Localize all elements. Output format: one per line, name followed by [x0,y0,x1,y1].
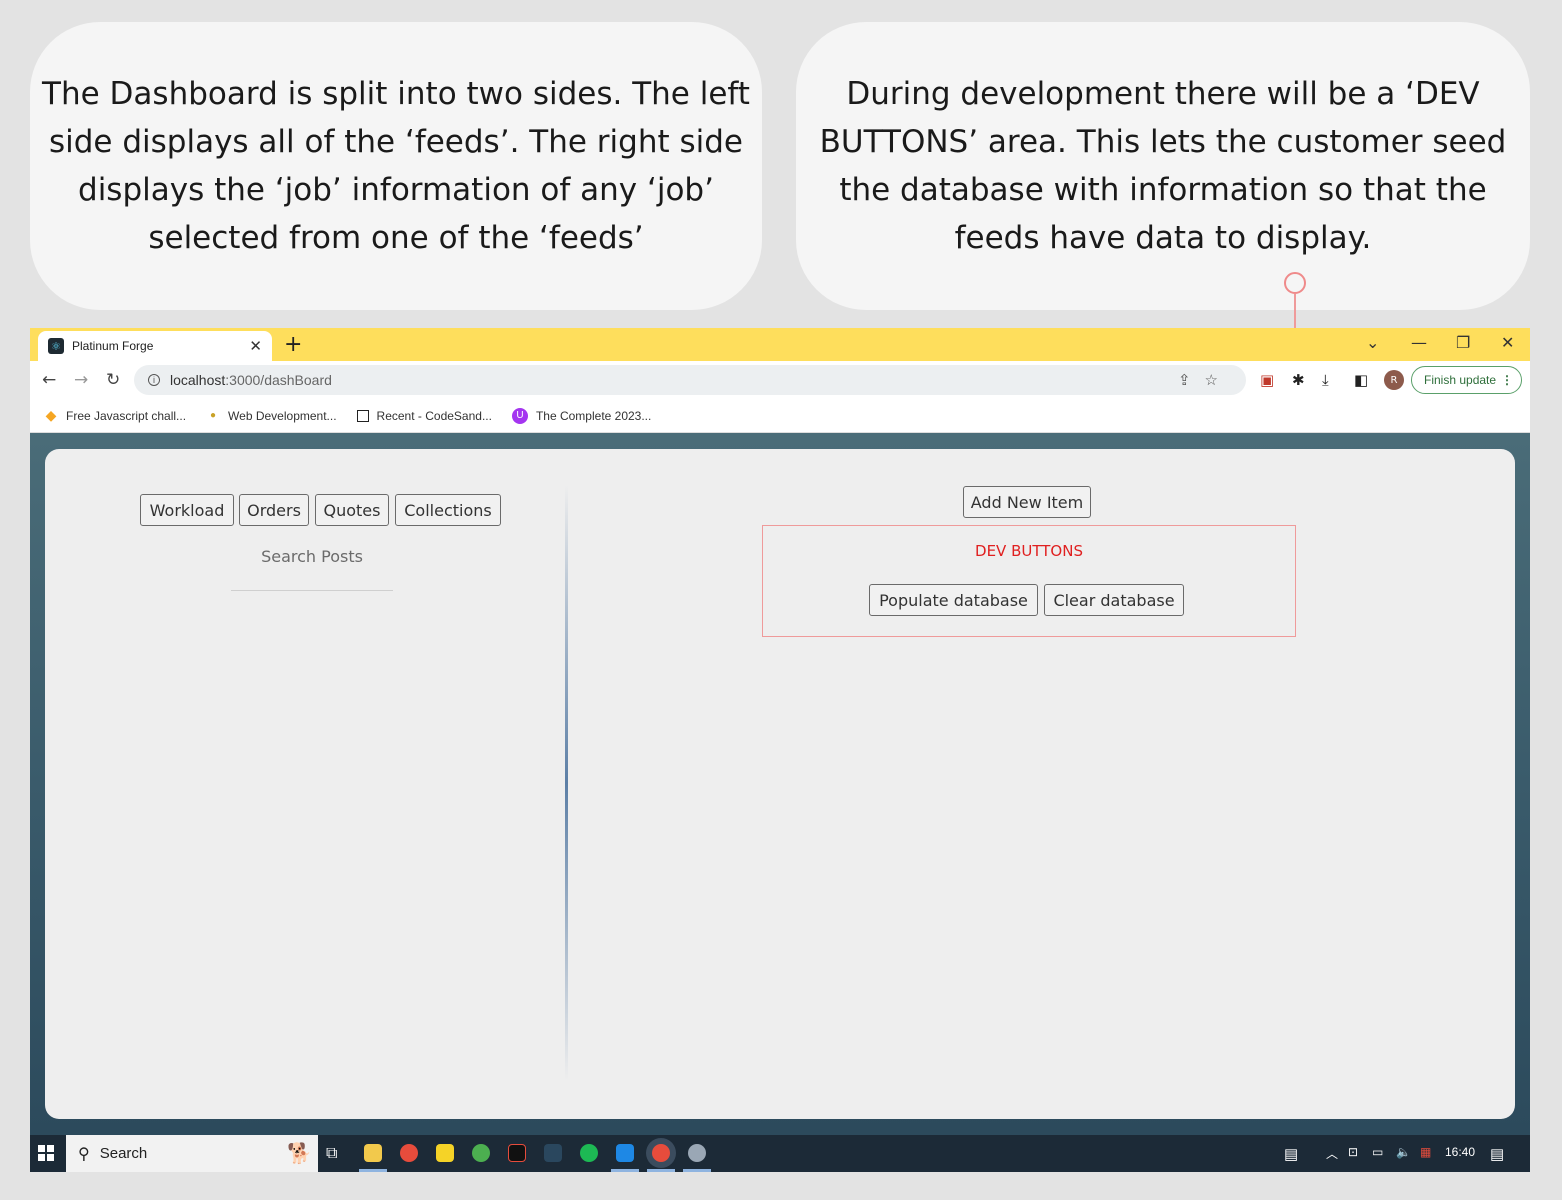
close-window-icon[interactable]: ✕ [1501,333,1514,352]
browser-window: ⚛ Platinum Forge ✕ + ⌄ — ❐ ✕ ← → ↻ i loc… [30,328,1530,1172]
dev-buttons-label: DEV BUTTONS [975,542,1083,560]
active-indicator [647,1169,675,1172]
diamond-icon: ◆ [45,407,57,423]
misc-app-icon[interactable] [688,1144,706,1162]
back-icon[interactable]: ← [42,370,56,390]
bookmark-star-icon[interactable]: ☆ [1205,372,1232,389]
chrome-active-icon[interactable] [652,1144,670,1162]
file-explorer-icon[interactable] [364,1144,382,1162]
active-indicator [611,1169,639,1172]
address-toolbar: ← → ↻ i localhost :3000/dashBoard ⇪☆ ▣ ✱… [30,361,1530,399]
download-icon[interactable]: ⤓ [1322,371,1329,389]
active-indicator [359,1169,387,1172]
news-widget-icon[interactable]: ▤ [1284,1145,1298,1163]
clear-database-button[interactable]: Clear database [1044,584,1184,616]
forward-icon[interactable]: → [74,370,88,390]
tab-title: Platinum Forge [72,339,154,353]
finish-update-button[interactable]: Finish update ⋮ [1411,366,1522,394]
callout-right: During development there will be a ‘DEV … [796,22,1530,310]
square-icon [356,409,369,422]
active-indicator [683,1169,711,1172]
taskbar: ⚲ Search 🐕 ⧉ ▤ ︿ ⊡ ▭ 🔈 ▦ 16:40 ▤ [30,1135,1530,1172]
site-info-icon[interactable]: i [148,374,160,386]
dev-buttons-area: DEV BUTTONS Populate database Clear data… [762,525,1296,637]
tab-workload[interactable]: Workload [140,494,234,526]
bookmarks-bar: ◆ Free Javascript chall... ● Web Develop… [30,399,1530,433]
tab-orders[interactable]: Orders [239,494,309,526]
puzzle-icon[interactable]: ✱ [1292,371,1305,389]
bookmark-item[interactable]: Recent - CodeSand... [356,408,492,423]
minimize-icon[interactable]: — [1411,333,1427,352]
taskbar-search-label: Search [99,1145,148,1162]
terminal-icon[interactable] [508,1144,526,1162]
extension-icon[interactable]: ▣ [1260,371,1274,389]
bookmark-label: The Complete 2023... [535,408,652,423]
chrome-icon[interactable] [400,1144,418,1162]
dashboard-panel: Workload Orders Quotes Collections Searc… [45,449,1515,1119]
url-path: :3000/dashBoard [225,372,332,388]
panel-divider [565,485,568,1081]
steam-icon[interactable] [544,1144,562,1162]
browser-tab[interactable]: ⚛ Platinum Forge ✕ [38,331,272,361]
side-panel-icon[interactable]: ◧ [1354,371,1368,389]
chevron-up-icon[interactable]: ︿ [1326,1145,1338,1162]
tab-collections[interactable]: Collections [395,494,501,526]
calendar-badge-icon[interactable]: ▦ [1420,1145,1431,1159]
search-posts-input[interactable]: Search Posts [240,547,384,566]
taskbar-search[interactable]: ⚲ Search 🐕 [66,1135,318,1172]
address-bar[interactable]: i localhost :3000/dashBoard ⇪☆ [134,365,1246,395]
reload-icon[interactable]: ↻ [106,370,120,390]
share-icon[interactable]: ⇪ [1178,372,1205,389]
chat-app-icon[interactable] [472,1144,490,1162]
vscode-icon[interactable] [616,1144,634,1162]
callout-left-text: The Dashboard is split into two sides. T… [42,76,750,256]
page-background: Workload Orders Quotes Collections Searc… [30,433,1530,1135]
volume-icon[interactable]: 🔈 [1396,1145,1411,1159]
finish-update-label: Finish update [1424,373,1497,387]
notifications-icon[interactable]: ▤ [1490,1145,1504,1163]
udemy-icon: U [511,407,528,424]
close-tab-icon[interactable]: ✕ [249,337,262,355]
callout-pointer-circle [1284,272,1306,294]
notes-app-icon[interactable] [436,1144,454,1162]
bookmark-item[interactable]: ● Web Development... [206,409,337,423]
tab-search-chevron-icon[interactable]: ⌄ [1366,333,1379,352]
search-underline [231,590,393,591]
search-highlight-icon: 🐕 [287,1143,312,1165]
task-view-icon[interactable]: ⧉ [326,1145,337,1163]
populate-database-button[interactable]: Populate database [869,584,1038,616]
spotify-icon[interactable] [580,1144,598,1162]
menu-dots-icon: ⋮ [1501,373,1513,387]
bulb-icon: ● [210,410,217,421]
bookmark-label: Free Javascript chall... [66,408,187,423]
bookmark-label: Web Development... [228,408,337,423]
avatar[interactable]: R [1384,370,1404,390]
bookmark-label: Recent - CodeSand... [376,408,492,423]
bookmark-item[interactable]: U The Complete 2023... [511,407,652,424]
clock[interactable]: 16:40 [1445,1145,1475,1159]
windows-start-icon[interactable] [38,1145,54,1161]
bookmark-item[interactable]: ◆ Free Javascript chall... [44,407,187,423]
battery-icon[interactable]: ▭ [1372,1145,1383,1159]
search-icon: ⚲ [78,1145,90,1163]
network-icon[interactable]: ⊡ [1348,1145,1358,1159]
callout-right-text: During development there will be a ‘DEV … [819,76,1507,256]
restore-icon[interactable]: ❐ [1456,333,1470,352]
callout-left: The Dashboard is split into two sides. T… [30,22,762,310]
tab-bar: ⚛ Platinum Forge ✕ + ⌄ — ❐ ✕ [30,328,1530,361]
url-host: localhost [170,372,226,388]
add-new-item-button[interactable]: Add New Item [963,486,1091,518]
new-tab-icon[interactable]: + [284,332,302,357]
react-icon: ⚛ [48,338,64,354]
tab-quotes[interactable]: Quotes [315,494,389,526]
